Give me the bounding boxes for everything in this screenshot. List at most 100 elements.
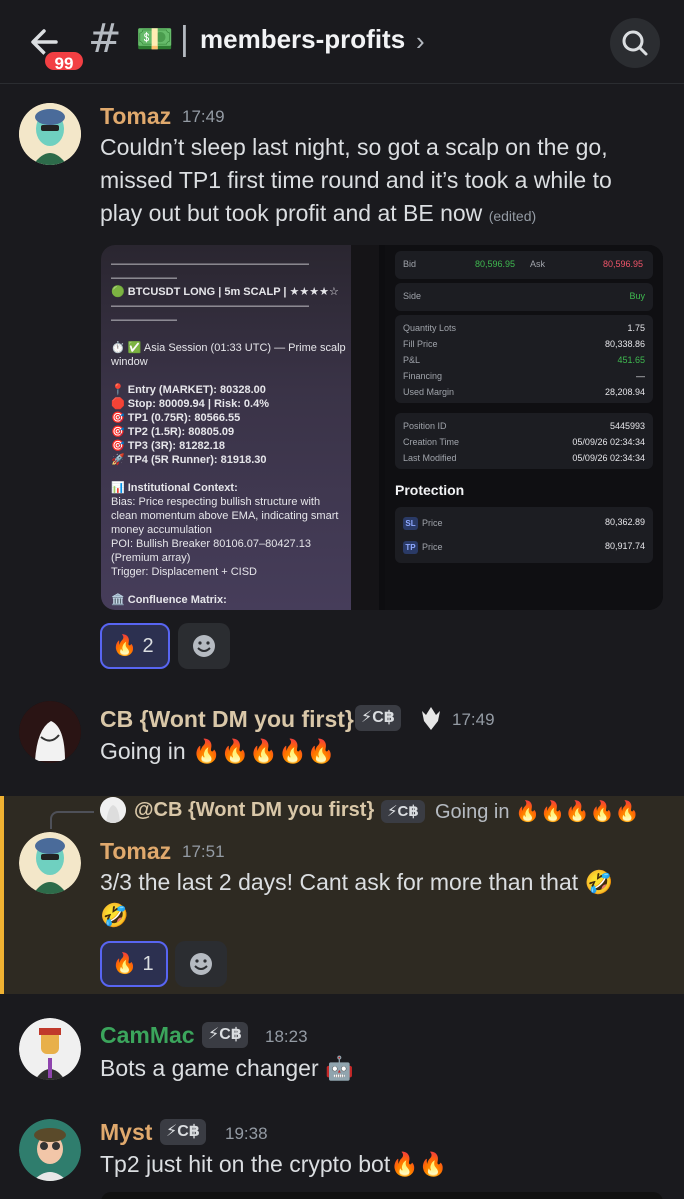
side-card: Side Buy bbox=[395, 283, 653, 311]
channel-name[interactable]: members-profits bbox=[200, 24, 405, 55]
ask-value: 80,596.95 bbox=[603, 259, 644, 269]
message-author[interactable]: Tomaz bbox=[100, 838, 171, 865]
detail-row: Last Modified 05/09/26 02:34:34 bbox=[403, 453, 645, 469]
message-timestamp: 17:49 bbox=[452, 710, 495, 729]
avatar[interactable] bbox=[19, 1018, 81, 1080]
next-attachment-preview[interactable] bbox=[101, 1192, 663, 1199]
detail-row: Fill Price 80,338.86 bbox=[403, 339, 645, 355]
role-tag: ⚡C฿ bbox=[160, 1119, 206, 1145]
signal-line: 🎯 TP3 (3R): 81282.18 bbox=[111, 440, 225, 452]
signal-line: —————— bbox=[111, 272, 177, 284]
protection-card: SL Price 80,362.89 TP Price 80,917.74 bbox=[395, 507, 653, 563]
ask-label: Ask bbox=[530, 259, 546, 269]
reply-author[interactable]: @CB {Wont DM you first} bbox=[134, 799, 374, 822]
details-card: Quantity Lots 1.75 Fill Price 80,338.86 P&L 4… bbox=[395, 315, 653, 403]
reply-avatar bbox=[100, 797, 126, 823]
avatar-image bbox=[19, 701, 81, 763]
detail-row: P&L 451.65 bbox=[403, 355, 645, 371]
fire-icon: 🔥 bbox=[112, 953, 137, 975]
search-icon bbox=[622, 30, 648, 56]
detail-value: 80,362.89 bbox=[604, 517, 645, 527]
message-author[interactable]: CamMac bbox=[100, 1022, 195, 1049]
signal-line: 📍 Entry (MARKET): 80328.00 bbox=[111, 384, 266, 396]
smiley-icon bbox=[193, 635, 215, 657]
chevron-right-icon[interactable]: › bbox=[416, 26, 425, 57]
detail-label: Position ID bbox=[403, 421, 447, 431]
role-tag: ⚡C฿ bbox=[355, 705, 401, 731]
detail-value: 05/09/26 02:34:34 bbox=[572, 437, 645, 447]
signal-line: 🛑 Stop: 80009.94 | Risk: 0.4% bbox=[111, 398, 270, 410]
detail-value: 80,917.74 bbox=[604, 541, 645, 551]
add-reaction-button[interactable] bbox=[175, 941, 227, 987]
search-button[interactable] bbox=[610, 18, 660, 68]
edited-label: (edited) bbox=[488, 208, 537, 224]
detail-label: P&L bbox=[403, 355, 421, 365]
detail-label: Price bbox=[422, 542, 443, 552]
signal-line: Bias: Price respecting bullish structure… bbox=[111, 496, 321, 508]
signal-line: 📊 Institutional Context: bbox=[111, 482, 238, 494]
protection-title: Protection bbox=[395, 482, 465, 498]
doodle-background bbox=[351, 245, 379, 610]
message-author[interactable]: Tomaz bbox=[100, 103, 171, 130]
signal-line: (Premium array) bbox=[111, 552, 191, 564]
message-text: Tp2 just hit on the crypto bot🔥🔥 bbox=[100, 1151, 448, 1177]
detail-label: Price bbox=[422, 518, 443, 528]
signal-line bbox=[111, 369, 341, 383]
avatar-image bbox=[19, 1018, 81, 1080]
unread-badge: 99 bbox=[42, 49, 86, 73]
detail-value: 28,208.94 bbox=[604, 387, 645, 397]
avatar[interactable] bbox=[19, 103, 81, 165]
position-card: Position ID 5445993 Creation Time 05/09/26 … bbox=[395, 413, 653, 469]
bid-ask-bar: Bid 80,596.95 Ask 80,596.95 bbox=[395, 251, 653, 279]
avatar[interactable] bbox=[19, 701, 81, 763]
detail-row: Position ID 5445993 bbox=[403, 421, 645, 437]
signal-line: —————————————————— bbox=[111, 300, 309, 312]
channel-hash-icon: # bbox=[88, 16, 122, 62]
message-timestamp: 18:23 bbox=[265, 1027, 308, 1046]
protection-chip: TP bbox=[403, 541, 418, 554]
detail-label: Fill Price bbox=[403, 339, 438, 349]
signal-line bbox=[111, 327, 341, 341]
channel-header: 99 # 💵 | members-profits › bbox=[0, 0, 684, 84]
channel-emoji: 💵 bbox=[136, 23, 174, 56]
detail-value: — bbox=[636, 371, 645, 381]
avatar-image bbox=[19, 103, 81, 165]
avatar[interactable] bbox=[19, 832, 81, 894]
avatar-image bbox=[19, 832, 81, 894]
reply-preview-text[interactable]: Going in 🔥🔥🔥🔥🔥 bbox=[435, 799, 640, 824]
detail-label: Financing bbox=[403, 371, 443, 381]
message-author[interactable]: CB {Wont DM you first} bbox=[100, 706, 354, 733]
detail-label: Quantity Lots bbox=[403, 323, 457, 333]
message-text: 3/3 the last 2 days! Cant ask for more t… bbox=[100, 869, 614, 928]
reaction-fire[interactable]: 🔥 1 bbox=[100, 941, 168, 987]
protection-chip: SL bbox=[403, 517, 418, 530]
detail-label: Used Margin bbox=[403, 387, 455, 397]
detail-label: Creation Time bbox=[403, 437, 460, 447]
side-row: Side Buy bbox=[403, 291, 645, 307]
message-text: Going in 🔥🔥🔥🔥🔥 bbox=[100, 738, 336, 764]
reply-connector bbox=[50, 811, 94, 829]
message-timestamp: 19:38 bbox=[225, 1124, 268, 1143]
detail-row: Used Margin 28,208.94 bbox=[403, 387, 645, 403]
reaction-count: 1 bbox=[142, 953, 154, 975]
detail-value: 80,338.86 bbox=[604, 339, 645, 349]
signal-line: 🚀 TP4 (5R Runner): 81918.30 bbox=[111, 454, 267, 466]
message-timestamp: 17:51 bbox=[182, 842, 225, 861]
add-reaction-button[interactable] bbox=[178, 623, 230, 669]
role-tag: ⚡C฿ bbox=[202, 1022, 248, 1048]
signal-line: clean momentum above EMA, indicating sma… bbox=[111, 510, 339, 522]
avatar[interactable] bbox=[19, 1119, 81, 1181]
mention-highlight-bar bbox=[0, 796, 4, 994]
signal-screenshot: —————————————————— —————— 🟢 BTCUSDT LONG |… bbox=[101, 245, 351, 610]
signal-line: 🏛️ Confluence Matrix: bbox=[111, 594, 227, 606]
signal-line: POI: Bullish Breaker 80106.07–80427.13 bbox=[111, 538, 311, 550]
message-author[interactable]: Myst bbox=[100, 1119, 152, 1146]
message-text: Bots a game changer 🤖 bbox=[100, 1055, 354, 1081]
detail-value: 05/09/26 02:34:34 bbox=[572, 453, 645, 463]
detail-label: Last Modified bbox=[403, 453, 457, 463]
reply-role-tag: ⚡C฿ bbox=[381, 800, 425, 823]
detail-value: 5445993 bbox=[609, 421, 645, 431]
image-attachment[interactable]: —————————————————— —————— 🟢 BTCUSDT LONG |… bbox=[101, 245, 663, 610]
reaction-fire[interactable]: 🔥 2 bbox=[100, 623, 170, 669]
detail-row: TP Price 80,917.74 bbox=[403, 541, 645, 557]
